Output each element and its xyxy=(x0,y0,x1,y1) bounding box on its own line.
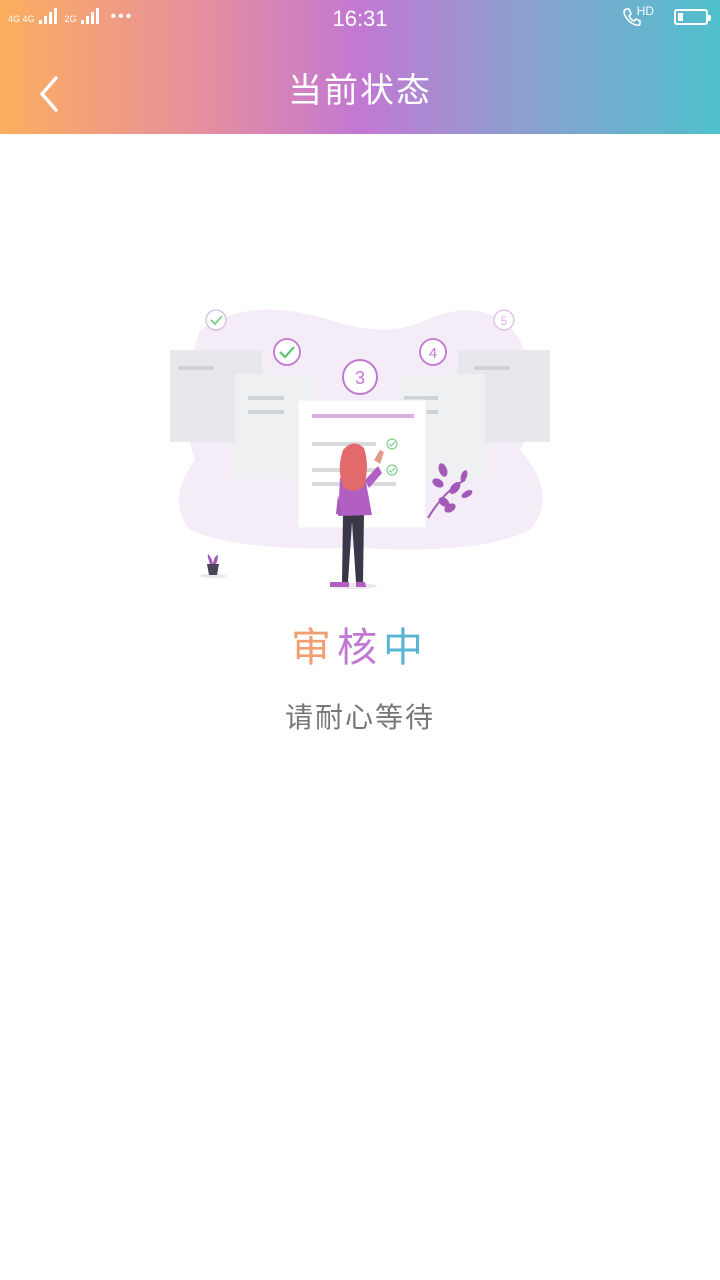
status-subtitle: 请耐心等待 xyxy=(284,701,435,734)
page-title: 当前状态 xyxy=(288,71,432,111)
step-3-label: 3 xyxy=(355,368,365,388)
clock: 16:31 xyxy=(332,6,388,31)
status-title-char-1: 审 xyxy=(291,625,337,671)
status-bar: 4G 4G 2G ••• 16:31 HD xyxy=(0,0,720,40)
volte-call-icon: HD xyxy=(621,4,660,28)
status-title-char-3: 中 xyxy=(383,625,429,671)
status-title: 审核中 xyxy=(0,620,720,676)
step-5-label: 5 xyxy=(501,314,508,328)
status-right: HD xyxy=(621,4,711,28)
step-4-label: 4 xyxy=(429,345,437,362)
review-illustration: 3 4 5 xyxy=(160,290,560,600)
flower-pot-icon xyxy=(199,554,227,578)
step-2-check-icon xyxy=(273,338,301,366)
header-bar: 4G 4G 2G ••• 16:31 HD 当前状态 xyxy=(0,0,720,134)
step-3-current-icon: 3 xyxy=(342,359,378,395)
step-4-pending-icon: 4 xyxy=(419,338,447,366)
battery-icon xyxy=(674,9,711,25)
step-5-pending-icon: 5 xyxy=(493,309,515,331)
status-title-char-2: 核 xyxy=(337,625,383,671)
hd-label: HD xyxy=(636,4,654,18)
step-1-check-icon xyxy=(205,309,227,331)
battery-level xyxy=(678,13,683,21)
